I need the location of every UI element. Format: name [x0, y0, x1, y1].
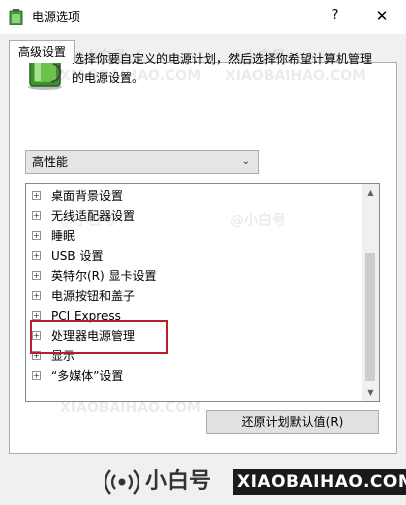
tree-item-label: 桌面背景设置 — [51, 189, 124, 203]
expand-icon[interactable]: + — [32, 331, 41, 340]
settings-tree[interactable]: + 桌面背景设置 + 无线适配器设置 + 睡眠 + USB 设置 + 英特尔(R… — [25, 183, 380, 402]
help-button[interactable]: ? — [327, 6, 343, 26]
expand-icon[interactable]: + — [32, 351, 41, 360]
description-line-2: 的电源设置。 — [72, 71, 145, 85]
tree-item-sleep[interactable]: + 睡眠 — [32, 227, 352, 245]
description-text: 选择你要自定义的电源计划，然后选择你希望计算机管理 的电源设置。 — [72, 50, 382, 88]
tree-item-usb[interactable]: + USB 设置 — [32, 247, 352, 265]
tree-item-desktop-background[interactable]: + 桌面背景设置 — [32, 187, 352, 205]
power-plan-value: 高性能 — [32, 155, 69, 169]
tree-item-label: 处理器电源管理 — [51, 329, 136, 343]
scroll-up-icon[interactable]: ▲ — [362, 184, 379, 201]
expand-icon[interactable]: + — [32, 231, 41, 240]
expand-icon[interactable]: + — [32, 271, 41, 280]
tree-item-label: 显示 — [51, 349, 76, 363]
tab-advanced-settings[interactable]: 高级设置 — [9, 40, 75, 63]
tree-item-label: USB 设置 — [51, 249, 104, 263]
expand-icon[interactable]: + — [32, 191, 41, 200]
power-plan-select[interactable]: 高性能 ⌄ — [25, 150, 259, 174]
tree-item-label: 无线适配器设置 — [51, 209, 136, 223]
vertical-scrollbar[interactable]: ▲ ▼ — [362, 184, 379, 401]
tree-item-label: 英特尔(R) 显卡设置 — [51, 269, 157, 283]
restore-defaults-button[interactable]: 还原计划默认值(R) — [206, 410, 379, 434]
tree-item-display[interactable]: + 显示 — [32, 347, 352, 365]
expand-icon[interactable]: + — [32, 251, 41, 260]
tree-item-pci-express[interactable]: + PCI Express — [32, 307, 352, 325]
tree-item-label: PCI Express — [51, 309, 121, 323]
tree-item-label: 电源按钮和盖子 — [51, 289, 136, 303]
scroll-thumb[interactable] — [365, 253, 375, 381]
description-line-1: 选择你要自定义的电源计划，然后选择你希望计算机管理 — [72, 52, 373, 66]
expand-icon[interactable]: + — [32, 311, 41, 320]
tree-item-power-buttons-lid[interactable]: + 电源按钮和盖子 — [32, 287, 352, 305]
tree-item-label: 睡眠 — [51, 229, 76, 243]
power-options-icon — [9, 9, 23, 25]
tree-item-label: “多媒体”设置 — [51, 369, 124, 383]
chevron-down-icon: ⌄ — [241, 156, 250, 167]
bottom-area — [0, 468, 406, 505]
tree-item-processor-power[interactable]: + 处理器电源管理 — [32, 327, 352, 345]
window-title: 电源选项 — [32, 10, 81, 24]
expand-icon[interactable]: + — [32, 211, 41, 220]
tree-item-wireless-adapter[interactable]: + 无线适配器设置 — [32, 207, 352, 225]
close-button[interactable]: ✕ — [370, 5, 394, 27]
title-bar: 电源选项 ? ✕ — [0, 0, 406, 34]
tree-item-intel-graphics[interactable]: + 英特尔(R) 显卡设置 — [32, 267, 352, 285]
tree-item-multimedia[interactable]: + “多媒体”设置 — [32, 367, 352, 385]
expand-icon[interactable]: + — [32, 291, 41, 300]
expand-icon[interactable]: + — [32, 371, 41, 380]
scroll-down-icon[interactable]: ▼ — [362, 384, 379, 401]
